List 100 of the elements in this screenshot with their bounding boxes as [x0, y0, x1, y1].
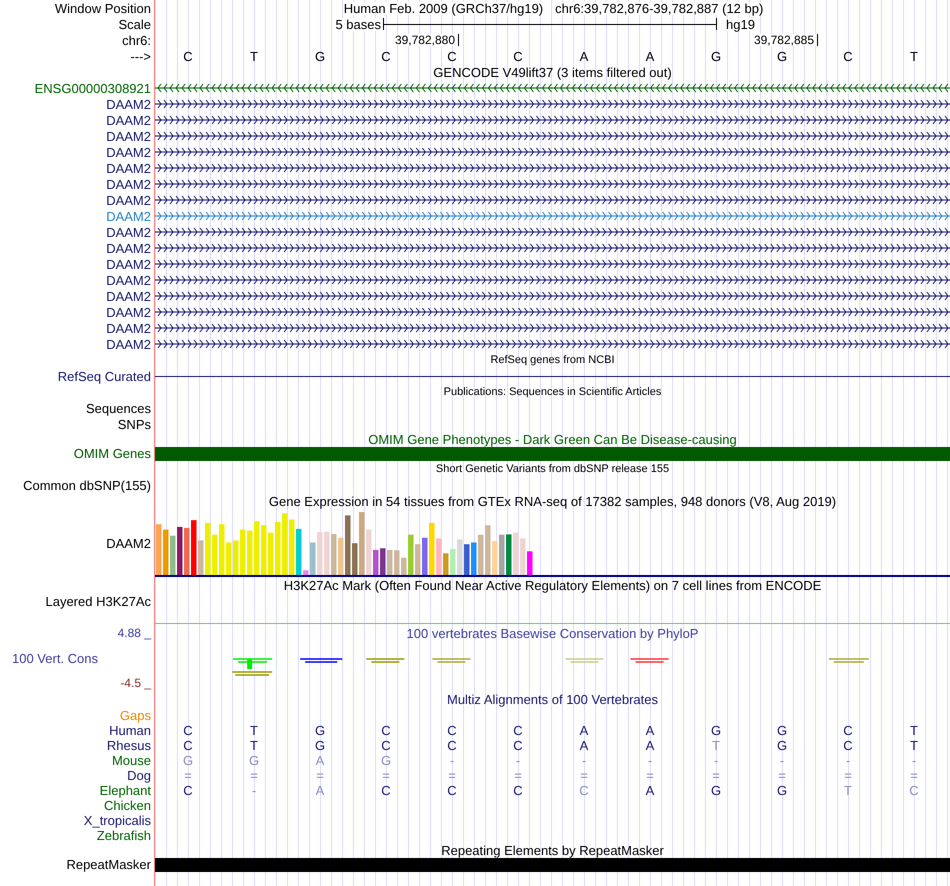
track-label: ---> — [130, 50, 151, 62]
gene-label: DAAM2 — [106, 274, 151, 286]
alignment-base: - — [516, 754, 520, 767]
alignment-base: C — [447, 739, 457, 752]
alignment-base: C — [183, 739, 193, 752]
alignment-base: - — [714, 754, 718, 767]
species-label: Elephant — [100, 784, 151, 797]
track-title: Short Genetic Variants from dbSNP release 155 — [436, 464, 670, 474]
sequence-base: A — [580, 50, 588, 62]
gene-label: DAAM2 — [106, 322, 151, 334]
sequence-base: C — [447, 50, 457, 62]
genome-position: chr6:39,782,876-39,782,887 (12 bp) — [555, 2, 764, 14]
gene-label: DAAM2 — [106, 146, 151, 158]
alignment-base: C — [381, 739, 391, 752]
alignment-base: A — [316, 754, 324, 767]
alignment-base: C — [579, 784, 589, 797]
track-label: SNPs — [118, 418, 151, 430]
alignment-base: = — [844, 769, 852, 782]
alignment-base: = — [250, 769, 258, 782]
alignment-base: C — [843, 724, 853, 737]
species-label: Zebrafish — [96, 829, 151, 842]
alignment-base: = — [382, 769, 390, 782]
alignment-base: A — [580, 724, 588, 737]
gene-label: DAAM2 — [106, 226, 151, 238]
alignment-base: G — [380, 754, 392, 767]
alignment-base: G — [776, 784, 788, 797]
alignment-base: A — [646, 784, 654, 797]
alignment-base: T — [910, 724, 918, 737]
alignment-base: G — [776, 739, 788, 752]
alignment-base: C — [513, 739, 523, 752]
track-label: Common dbSNP(155) — [23, 478, 151, 492]
gene-label: DAAM2 — [106, 338, 151, 350]
alignment-base: - — [780, 754, 784, 767]
alignment-base: G — [314, 724, 326, 737]
alignment-base: T — [844, 784, 852, 797]
track-title: 100 vertebrates Basewise Conservation by PhyloP — [406, 627, 698, 640]
sequence-base: C — [843, 50, 853, 62]
alignment-base: = — [184, 769, 192, 782]
track-title: GENCODE V49lift37 (3 items filtered out) — [433, 66, 672, 78]
gene-label: DAAM2 — [106, 258, 151, 270]
track-title: Publications: Sequences in Scientific Articles — [444, 386, 662, 398]
track-title: Repeating Elements by RepeatMasker — [441, 844, 664, 856]
alignment-base: - — [582, 754, 586, 767]
alignment-base: G — [314, 739, 326, 752]
track-title: Gene Expression in 54 tissues from GTEx RNA-seq of 17382 samples, 948 donors (V8, Aug 2019) — [268, 494, 836, 508]
coordinate-label: 39,782,880 — [394, 34, 459, 46]
alignment-base: = — [712, 769, 720, 782]
alignment-base: A — [580, 739, 588, 752]
alignment-base: T — [712, 739, 720, 752]
track-label: chr6: — [122, 34, 151, 46]
gene-label: ENSG00000308921 — [34, 82, 151, 94]
gene-label: DAAM2 — [106, 290, 151, 302]
sequence-base: C — [381, 50, 391, 62]
alignment-base: = — [514, 769, 522, 782]
track-title: OMIM Gene Phenotypes - Dark Green Can Be Disease-causing — [368, 432, 737, 446]
alignment-base: G — [182, 754, 194, 767]
alignment-base: C — [513, 784, 523, 797]
alignment-base: G — [776, 724, 788, 737]
species-label: X_tropicalis — [84, 814, 151, 827]
alignment-base: C — [843, 739, 853, 752]
alignment-base: C — [909, 784, 919, 797]
track-label: Gaps — [120, 708, 151, 722]
alignment-base: A — [646, 739, 654, 752]
axis-max-label: 4.88 _ — [118, 627, 151, 639]
gene-label: DAAM2 — [106, 210, 151, 222]
alignment-base: = — [646, 769, 654, 782]
track-label: Window Position — [54, 2, 151, 14]
sequence-base: G — [710, 50, 722, 62]
gene-label: DAAM2 — [106, 98, 151, 110]
alignment-base: G — [710, 724, 722, 737]
alignment-base: C — [183, 784, 193, 797]
sequence-base: T — [250, 50, 258, 62]
genome-assembly: Human Feb. 2009 (GRCh37/hg19) — [344, 2, 544, 14]
alignment-base: = — [778, 769, 786, 782]
gene-label: DAAM2 — [106, 194, 151, 206]
alignment-base: T — [910, 739, 918, 752]
track-label: OMIM Genes — [74, 447, 151, 460]
species-label: Dog — [127, 769, 151, 782]
gene-label: DAAM2 — [106, 130, 151, 142]
sequence-base: G — [776, 50, 788, 62]
alignment-base: = — [910, 769, 918, 782]
alignment-base: C — [381, 724, 391, 737]
alignment-base: C — [447, 784, 457, 797]
sequence-base: A — [646, 50, 654, 62]
track-label: Layered H3K27Ac — [45, 594, 151, 608]
alignment-base: - — [846, 754, 850, 767]
alignment-base: C — [183, 724, 193, 737]
alignment-base: C — [513, 724, 523, 737]
track-label: Scale — [118, 18, 151, 30]
species-label: Human — [109, 724, 151, 737]
coordinate-label: 39,782,885 — [754, 34, 818, 46]
track-label: DAAM2 — [106, 536, 151, 550]
alignment-base: A — [316, 784, 324, 797]
track-label: RefSeq Curated — [58, 370, 151, 382]
gene-label: DAAM2 — [106, 114, 151, 126]
alignment-base: - — [252, 784, 256, 797]
gene-label: DAAM2 — [106, 162, 151, 174]
gene-label: DAAM2 — [106, 242, 151, 254]
alignment-base: - — [648, 754, 652, 767]
sequence-base: C — [513, 50, 523, 62]
